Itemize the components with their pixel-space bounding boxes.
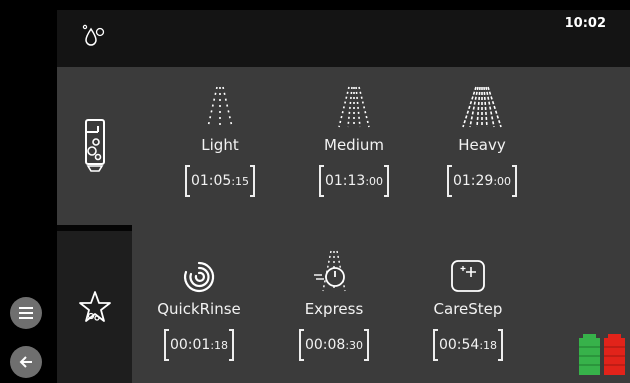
program-name: CareStep [433,300,503,318]
menu-button[interactable] [10,297,42,329]
spray-light-icon [207,86,233,128]
program-duration: 01:05:15 [184,165,256,197]
back-button[interactable] [10,346,42,378]
category-nav [57,67,132,383]
spray-heavy-icon [462,86,502,128]
duration-seconds: :00 [365,175,384,188]
express-timer-icon [314,250,346,292]
duration-main: 01:05 [190,173,232,189]
clock: 10:02 [564,16,606,31]
program-duration: 00:01:18 [163,329,235,361]
program-carestep[interactable]: CareStep 00:54:18 [408,245,528,361]
duration-main: 00:08 [304,337,346,353]
program-duration: 00:54:18 [432,329,504,361]
program-name: Light [201,136,239,154]
duration-seconds: :30 [345,339,364,352]
program-duration: 01:29:00 [446,165,518,197]
duration-seconds: :00 [493,175,512,188]
hamburger-icon [19,307,33,319]
program-heavy[interactable]: Heavy 01:29:00 [422,81,542,197]
tab-programs[interactable] [57,67,132,225]
tab-favourites[interactable] [57,231,132,383]
program-name: Express [304,300,364,318]
program-light[interactable]: Light 01:05:15 [160,81,280,197]
duration-seconds: :18 [479,339,498,352]
program-name: Heavy [458,136,506,154]
duration-seconds: :15 [231,175,250,188]
program-duration: 01:13:00 [318,165,390,197]
duration-main: 00:54 [438,337,480,353]
left-rail [0,0,57,383]
program-quickrinse[interactable]: QuickRinse 00:01:18 [139,245,259,361]
duration-main: 01:29 [452,173,494,189]
detergent-bottle-icon [84,119,105,172]
detergent-level-icon [579,334,625,375]
program-express[interactable]: Express 00:08:30 [274,245,394,361]
program-name: QuickRinse [157,300,241,318]
program-duration: 00:08:30 [298,329,370,361]
spray-medium-icon [338,86,370,128]
program-grid: Light 01:05:15 Medium 01:13:00 Heavy 0… [132,67,630,383]
program-medium[interactable]: Medium 01:13:00 [294,81,414,197]
program-name: Medium [324,136,384,154]
star-bubbles-icon [78,291,111,322]
top-bar: 10:02 [57,10,630,67]
duration-main: 00:01 [169,337,211,353]
duration-main: 01:13 [324,173,366,189]
duration-seconds: :18 [210,339,229,352]
swirl-icon [184,261,215,293]
sparkle-box-icon [451,260,485,292]
water-drops-logo-icon [82,24,105,46]
arrow-left-icon [19,356,32,368]
